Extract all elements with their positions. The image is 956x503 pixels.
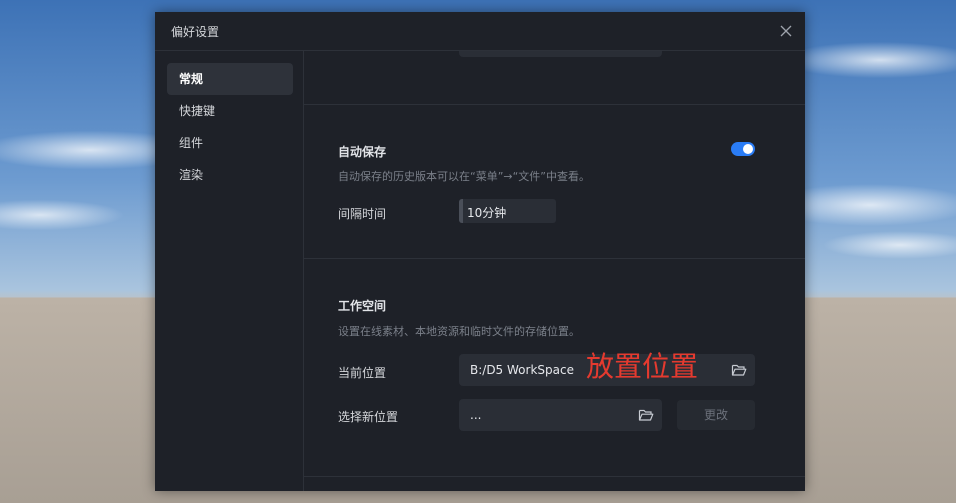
current-location-value: B:/D5 WorkSpace xyxy=(470,363,574,377)
current-location-label: 当前位置 xyxy=(338,366,387,380)
current-location-field: B:/D5 WorkSpace xyxy=(459,354,755,386)
autosave-toggle[interactable] xyxy=(731,142,755,156)
sidebar-item-label: 组件 xyxy=(179,136,204,150)
new-location-label: 选择新位置 xyxy=(338,410,399,424)
folder-open-icon[interactable] xyxy=(638,408,654,422)
preferences-dialog: 偏好设置 常规 快捷键 组件 渲染 自动保存 自动保存的历史版本可以在“菜单”→… xyxy=(155,12,805,491)
section-divider xyxy=(304,258,805,259)
select-indicator xyxy=(459,199,463,223)
section-divider xyxy=(304,104,805,105)
sidebar-item-label: 快捷键 xyxy=(179,104,216,118)
change-location-button[interactable]: 更改 xyxy=(677,400,755,430)
workspace-title: 工作空间 xyxy=(338,299,387,313)
settings-sidebar: 常规 快捷键 组件 渲染 xyxy=(155,51,304,491)
new-location-field[interactable]: ... xyxy=(459,399,662,431)
dialog-title: 偏好设置 xyxy=(171,25,220,39)
sidebar-item-rendering[interactable]: 渲染 xyxy=(167,159,293,191)
autosave-title: 自动保存 xyxy=(338,145,387,159)
close-button[interactable] xyxy=(777,22,795,40)
new-location-value: ... xyxy=(470,408,482,422)
sidebar-item-general[interactable]: 常规 xyxy=(167,63,293,95)
sidebar-item-label: 渲染 xyxy=(179,168,204,182)
autosave-description: 自动保存的历史版本可以在“菜单”→“文件”中查看。 xyxy=(338,170,591,183)
sidebar-item-shortcuts[interactable]: 快捷键 xyxy=(167,95,293,127)
close-icon xyxy=(780,25,792,37)
workspace-description: 设置在线素材、本地资源和临时文件的存储位置。 xyxy=(338,325,580,338)
toggle-knob xyxy=(743,144,753,154)
dialog-titlebar: 偏好设置 xyxy=(155,12,805,51)
sidebar-item-label: 常规 xyxy=(179,72,204,86)
interval-select[interactable]: 10分钟 xyxy=(459,199,556,223)
folder-open-icon[interactable] xyxy=(731,363,747,377)
interval-label: 间隔时间 xyxy=(338,207,387,221)
interval-value: 10分钟 xyxy=(467,206,507,220)
settings-content[interactable]: 自动保存 自动保存的历史版本可以在“菜单”→“文件”中查看。 间隔时间 10分钟… xyxy=(304,51,805,491)
sidebar-item-components[interactable]: 组件 xyxy=(167,127,293,159)
section-divider xyxy=(304,476,805,477)
clipped-field xyxy=(459,51,662,57)
